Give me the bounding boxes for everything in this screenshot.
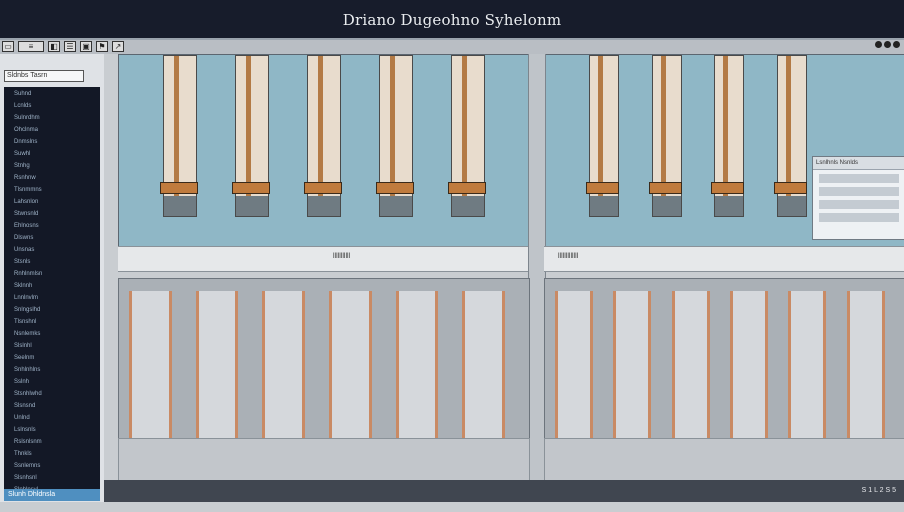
sidebar-item[interactable]: Dnmslns: [14, 138, 100, 147]
frame-bay: [129, 291, 172, 439]
sidebar-item[interactable]: Dlswns: [14, 234, 100, 243]
pointer-icon[interactable]: ↗: [112, 41, 124, 52]
sidebar-item[interactable]: Sslnh: [14, 378, 100, 387]
sidebar-item[interactable]: Snlngslhd: [14, 306, 100, 315]
sidebar-item[interactable]: Stwnsnld: [14, 210, 100, 219]
lower-view-right[interactable]: [544, 278, 904, 440]
machine-column: [773, 55, 807, 217]
sidebar-list: Suhnd Lcnlds Sulnrdhm Ohclnma Dnmslns Suwhl St…: [4, 87, 100, 489]
frame-bay: [846, 291, 885, 439]
frame-bay: [613, 291, 652, 439]
viewport-left[interactable]: [118, 54, 530, 248]
sidebar-footer[interactable]: Slunh Dhldnsla: [4, 489, 100, 501]
sidebar-header[interactable]: Sldnbs Tasrn: [4, 70, 84, 82]
lower-right-footer: [544, 438, 904, 482]
frame-bay: [555, 291, 594, 439]
popup-header: Lsnlhnls Nsnlds: [813, 157, 904, 170]
sidebar-item[interactable]: Nsnlemks: [14, 330, 100, 339]
sidebar-item[interactable]: Slslnhl: [14, 342, 100, 351]
close-icon[interactable]: [893, 41, 900, 48]
machine-column: [448, 55, 486, 217]
sidebar-item[interactable]: Rsnhnw: [14, 174, 100, 183]
frame-bay: [462, 291, 505, 439]
sidebar-item[interactable]: Tlsnmmns: [14, 186, 100, 195]
frame-bay: [262, 291, 305, 439]
popup-row: [819, 213, 899, 222]
toolbar: ▭ ≡ ◧ ☰ ▣ ⚑ ↗: [0, 40, 904, 54]
window-title: Driano Dugeohno Syhelonm: [342, 11, 562, 29]
frame-bay: [195, 291, 239, 439]
sidebar-item[interactable]: Snhlnhlns: [14, 366, 100, 375]
viewport-left-toolbar: lllllllllll: [118, 246, 528, 272]
popup-row: [819, 187, 899, 196]
sidebar-item[interactable]: Stnhg: [14, 162, 100, 171]
sidebar-item[interactable]: Stsnls: [14, 258, 100, 267]
maximize-icon[interactable]: [884, 41, 891, 48]
sidebar-item[interactable]: Lnnlnvlm: [14, 294, 100, 303]
popup-row: [819, 200, 899, 209]
flag-icon[interactable]: ⚑: [96, 41, 108, 52]
sidebar-item[interactable]: Suwhl: [14, 150, 100, 159]
view-icon[interactable]: ▣: [80, 41, 92, 52]
machine-column: [376, 55, 414, 217]
viewport-left-label: lllllllllll: [333, 253, 351, 260]
sidebar-item[interactable]: Tlsnshnl: [14, 318, 100, 327]
frame-bay: [788, 291, 827, 439]
lower-left-footer: [118, 438, 530, 482]
machine-column: [232, 55, 270, 217]
sidebar-item[interactable]: Lslnsnls: [14, 426, 100, 435]
folder-icon[interactable]: ◧: [48, 41, 60, 52]
sidebar-item[interactable]: Stsnhlwhd: [14, 390, 100, 399]
popup-row: [819, 174, 899, 183]
status-bar: S 1 L 2 S 5: [104, 480, 904, 502]
sidebar-item[interactable]: Unsnas: [14, 246, 100, 255]
file-icon[interactable]: ▭: [2, 41, 14, 52]
sidebar-item[interactable]: Lahsnlon: [14, 198, 100, 207]
frame-bay: [730, 291, 769, 439]
sidebar-item[interactable]: Sklnnh: [14, 282, 100, 291]
save-icon[interactable]: ≡: [18, 41, 44, 52]
sidebar-item[interactable]: Unlnd: [14, 414, 100, 423]
sidebar-item[interactable]: Seelnm: [14, 354, 100, 363]
sidebar-item[interactable]: Rnhlnmlsn: [14, 270, 100, 279]
status-readout: S 1 L 2 S 5: [861, 487, 896, 494]
sidebar-item[interactable]: Slsnhsnl: [14, 474, 100, 483]
frame-bay: [329, 291, 372, 439]
frame-bay: [395, 291, 439, 439]
sidebar-item[interactable]: Thnkls: [14, 450, 100, 459]
machine-column: [711, 55, 745, 217]
settings-icon[interactable]: ☰: [64, 41, 76, 52]
sidebar: Sldnbs Tasrn Suhnd Lcnlds Sulnrdhm Ohclnma D…: [0, 54, 104, 502]
minimize-icon[interactable]: [875, 41, 882, 48]
info-popup[interactable]: Lsnlhnls Nsnlds: [812, 156, 904, 240]
sidebar-item[interactable]: Sulnrdhm: [14, 114, 100, 123]
sidebar-item[interactable]: Rslsnlsnm: [14, 438, 100, 447]
viewport-right-label: lllllllllllll: [558, 253, 579, 260]
machine-column: [160, 55, 198, 217]
sidebar-item[interactable]: Suhnd: [14, 90, 100, 99]
machine-column: [586, 55, 620, 217]
sidebar-item[interactable]: Ssnlemns: [14, 462, 100, 471]
title-bar: Driano Dugeohno Syhelonm: [0, 0, 904, 40]
sidebar-item[interactable]: Ohclnma: [14, 126, 100, 135]
machine-column: [304, 55, 342, 217]
sidebar-item[interactable]: Lcnlds: [14, 102, 100, 111]
sidebar-item[interactable]: Ehlnosns: [14, 222, 100, 231]
viewport-right-toolbar: lllllllllllll: [544, 246, 904, 272]
frame-bay: [671, 291, 710, 439]
sidebar-item[interactable]: Slsnsnd: [14, 402, 100, 411]
machine-column: [648, 55, 682, 217]
lower-view-left[interactable]: [118, 278, 530, 440]
